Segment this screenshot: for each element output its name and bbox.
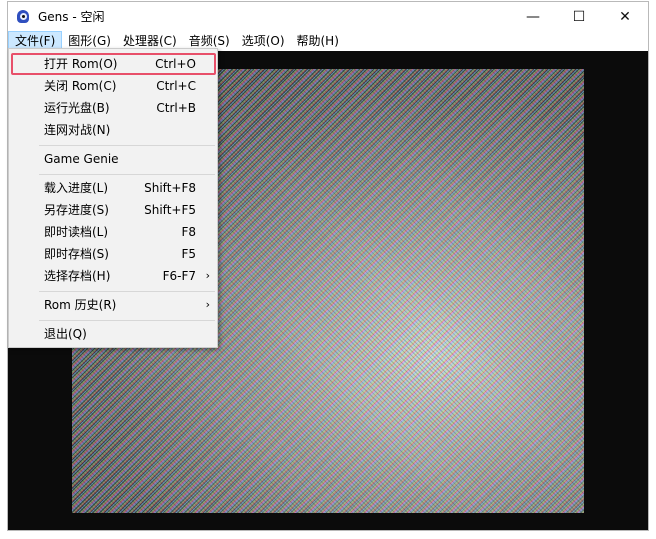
menu-separator xyxy=(39,320,215,321)
submenu-arrow-icon: › xyxy=(205,269,210,282)
minimize-button[interactable]: — xyxy=(510,2,556,31)
menu-separator xyxy=(39,291,215,292)
menu-item-label: 退出(Q) xyxy=(44,327,87,341)
menu-separator xyxy=(39,174,215,175)
menu-item-open-rom[interactable]: 打开 Rom(O) Ctrl+O xyxy=(11,53,216,75)
title-bar[interactable]: Gens - 空闲 — ☐ ✕ xyxy=(8,2,648,31)
menu-item-shortcut: Ctrl+B xyxy=(156,101,196,115)
menu-item-close-rom[interactable]: 关闭 Rom(C) Ctrl+C xyxy=(11,75,216,97)
menu-item-quick-save[interactable]: 即时存档(S) F5 xyxy=(11,243,216,265)
menu-item-shortcut: F5 xyxy=(181,247,196,261)
menu-item-run-cd[interactable]: 运行光盘(B) Ctrl+B xyxy=(11,97,216,119)
menu-item-label: 关闭 Rom(C) xyxy=(44,79,117,93)
menu-item-game-genie[interactable]: Game Genie xyxy=(11,148,216,170)
menu-help[interactable]: 帮助(H) xyxy=(291,31,345,51)
menu-item-quick-load[interactable]: 即时读档(L) F8 xyxy=(11,221,216,243)
menu-item-label: Game Genie xyxy=(44,152,119,166)
gens-sonic-icon xyxy=(16,9,32,25)
menu-item-shortcut: Shift+F8 xyxy=(144,181,196,195)
menu-item-label: Rom 历史(R) xyxy=(44,298,117,312)
menu-item-save-state-as[interactable]: 另存进度(S) Shift+F5 xyxy=(11,199,216,221)
submenu-arrow-icon: › xyxy=(205,298,210,311)
menu-item-rom-history[interactable]: Rom 历史(R) › xyxy=(11,294,216,316)
menu-item-label: 选择存档(H) xyxy=(44,269,111,283)
maximize-button[interactable]: ☐ xyxy=(556,2,602,31)
menu-item-shortcut: Shift+F5 xyxy=(144,203,196,217)
menu-item-load-state[interactable]: 载入进度(L) Shift+F8 xyxy=(11,177,216,199)
menu-item-shortcut: Ctrl+O xyxy=(155,57,196,71)
menu-item-shortcut: F8 xyxy=(181,225,196,239)
menu-item-shortcut: Ctrl+C xyxy=(156,79,196,93)
menu-item-shortcut: F6-F7 xyxy=(162,269,196,283)
menu-options[interactable]: 选项(O) xyxy=(236,31,291,51)
close-button[interactable]: ✕ xyxy=(602,2,648,31)
menu-separator xyxy=(39,145,215,146)
menu-item-label: 即时存档(S) xyxy=(44,247,109,261)
menu-item-exit[interactable]: 退出(Q) xyxy=(11,323,216,345)
menu-item-label: 运行光盘(B) xyxy=(44,101,110,115)
menu-item-label: 打开 Rom(O) xyxy=(44,57,118,71)
menu-item-label: 即时读档(L) xyxy=(44,225,109,239)
menu-item-label: 载入进度(L) xyxy=(44,181,109,195)
menu-item-label: 连网对战(N) xyxy=(44,123,111,137)
window-controls: — ☐ ✕ xyxy=(510,2,648,31)
window-title: Gens - 空闲 xyxy=(38,10,105,24)
menu-item-select-slot[interactable]: 选择存档(H) F6-F7 › xyxy=(11,265,216,287)
menu-item-netplay[interactable]: 连网对战(N) xyxy=(11,119,216,141)
menu-item-label: 另存进度(S) xyxy=(44,203,109,217)
file-menu-dropdown: 打开 Rom(O) Ctrl+O 关闭 Rom(C) Ctrl+C 运行光盘(B… xyxy=(8,48,218,348)
